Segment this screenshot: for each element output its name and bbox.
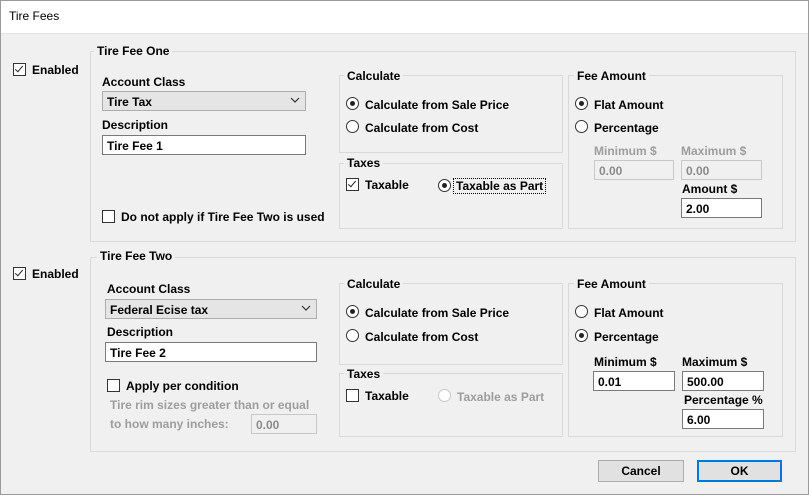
fee-two-rim-size-field[interactable]: 0.00	[251, 414, 317, 434]
fee-one-account-class-value: Tire Tax	[107, 95, 152, 109]
fee-two-account-class-select[interactable]: Federal Ecise tax	[105, 299, 317, 319]
fee-one-account-class-select[interactable]: Tire Tax	[102, 91, 306, 111]
fee-one-maximum-field[interactable]: 0.00	[681, 160, 762, 180]
fee-one-taxable-checkbox[interactable]	[346, 178, 359, 191]
fee-two-flat-label: Flat Amount	[594, 306, 664, 320]
fee-two-minimum-field[interactable]: 0.01	[593, 371, 675, 391]
fee-two-apply-per-condition-checkbox[interactable]	[107, 379, 120, 392]
fee-two-group-title: Tire Fee Two	[97, 249, 176, 263]
fee-two-enabled-checkbox[interactable]	[13, 267, 26, 280]
fee-two-sale-price-label: Calculate from Sale Price	[365, 306, 510, 320]
fee-one-cost-radio[interactable]	[346, 120, 359, 133]
fee-two-calculate-title: Calculate	[344, 277, 404, 291]
fee-two-amount-title: Fee Amount	[574, 277, 649, 291]
fee-two-account-class-label: Account Class	[107, 282, 191, 296]
fee-one-minimum-field[interactable]: 0.00	[594, 160, 674, 180]
fee-one-amount-field[interactable]: 2.00	[681, 198, 762, 218]
fee-two-description-field[interactable]: Tire Fee 2	[105, 342, 317, 362]
fee-two-cost-radio[interactable]	[346, 329, 359, 342]
fee-two-taxable-checkbox[interactable]	[346, 389, 359, 402]
fee-two-account-class-value: Federal Ecise tax	[110, 303, 209, 317]
fee-one-taxes-title: Taxes	[344, 156, 384, 170]
fee-one-minimum-label: Minimum $	[594, 144, 657, 158]
fee-two-taxes-title: Taxes	[344, 367, 384, 381]
fee-one-enabled-label: Enabled	[32, 63, 79, 77]
fee-one-taxable-part-label: Taxable as Part	[453, 178, 547, 194]
fee-one-description-field[interactable]: Tire Fee 1	[102, 135, 306, 155]
fee-two-percentage-pct-field[interactable]: 6.00	[682, 409, 764, 429]
fee-one-do-not-apply-checkbox[interactable]	[102, 210, 115, 223]
fee-one-group-title: Tire Fee One	[94, 44, 173, 58]
fee-two-percentage-label: Percentage	[594, 330, 659, 344]
fee-two-taxable-label: Taxable	[365, 389, 409, 403]
fee-one-amount-label: Amount $	[682, 182, 738, 196]
fee-two-percentage-pct-label: Percentage %	[684, 393, 763, 407]
fee-one-flat-label: Flat Amount	[594, 98, 664, 112]
fee-one-account-class-label: Account Class	[102, 75, 186, 89]
fee-one-cost-label: Calculate from Cost	[365, 121, 479, 135]
fee-two-enabled-label: Enabled	[32, 267, 79, 281]
window-title: Tire Fees	[9, 9, 60, 23]
fee-one-sale-price-radio[interactable]	[346, 97, 359, 110]
fee-one-taxes-group	[339, 163, 563, 229]
fee-two-calculate-group	[339, 283, 563, 365]
fee-two-percentage-radio[interactable]	[575, 329, 588, 342]
fee-two-maximum-field[interactable]: 500.00	[682, 371, 764, 391]
ok-button[interactable]: OK	[697, 460, 782, 482]
fee-two-rim-size-label-line1: Tire rim sizes greater than or equal	[110, 398, 310, 412]
fee-one-percentage-label: Percentage	[594, 121, 659, 135]
fee-one-flat-radio[interactable]	[575, 97, 588, 110]
fee-one-amount-title: Fee Amount	[574, 69, 649, 83]
fee-one-taxable-part-radio[interactable]	[438, 179, 451, 192]
fee-one-maximum-label: Maximum $	[681, 144, 747, 158]
fee-one-do-not-apply-label: Do not apply if Tire Fee Two is used	[121, 210, 325, 224]
cancel-button[interactable]: Cancel	[598, 460, 684, 482]
fee-two-minimum-label: Minimum $	[594, 355, 657, 369]
fee-two-taxes-group	[339, 373, 563, 437]
chevron-down-icon	[301, 305, 311, 311]
fee-two-apply-per-condition-label: Apply per condition	[126, 379, 239, 393]
fee-one-taxable-label: Taxable	[365, 178, 409, 192]
fee-two-sale-price-radio[interactable]	[346, 305, 359, 318]
fee-two-maximum-label: Maximum $	[682, 355, 748, 369]
fee-one-percentage-radio[interactable]	[575, 120, 588, 133]
fee-two-taxable-part-label: Taxable as Part	[457, 390, 545, 404]
fee-two-description-label: Description	[107, 325, 174, 339]
fee-one-sale-price-label: Calculate from Sale Price	[365, 98, 510, 112]
fee-one-calculate-group	[339, 75, 563, 153]
fee-two-taxable-part-radio[interactable]	[438, 389, 451, 402]
fee-one-enabled-checkbox[interactable]	[13, 63, 26, 76]
fee-two-rim-size-label-line2: to how many inches:	[110, 417, 229, 431]
title-bar: Tire Fees	[0, 0, 809, 34]
fee-two-cost-label: Calculate from Cost	[365, 330, 479, 344]
fee-one-calculate-title: Calculate	[344, 69, 404, 83]
chevron-down-icon	[290, 97, 300, 103]
fee-two-flat-radio[interactable]	[575, 305, 588, 318]
fee-one-description-label: Description	[102, 118, 169, 132]
